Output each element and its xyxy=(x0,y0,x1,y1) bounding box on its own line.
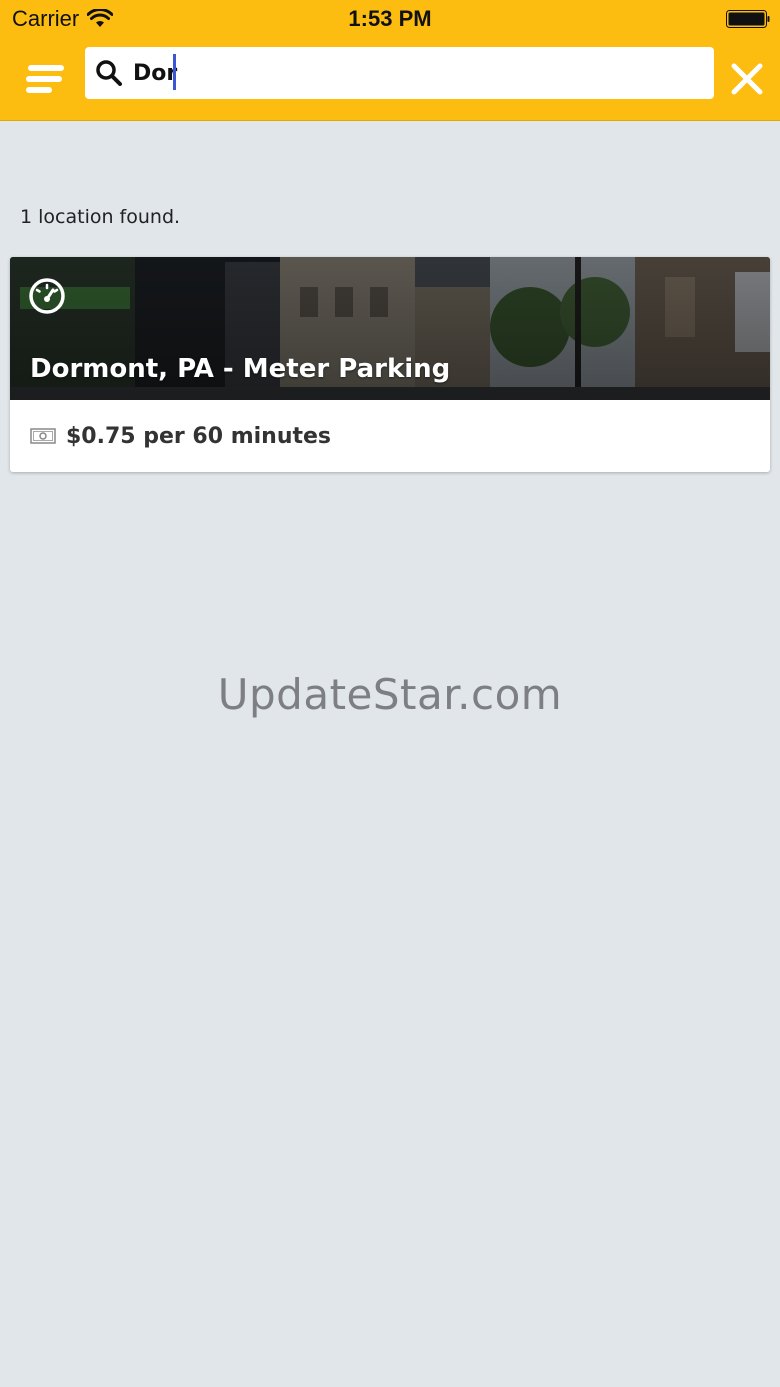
status-bar: Carrier 1:53 PM xyxy=(0,0,780,40)
close-icon[interactable] xyxy=(728,60,766,98)
price-label: $0.75 per 60 minutes xyxy=(66,423,332,449)
location-title: Dormont, PA - Meter Parking xyxy=(30,354,451,384)
location-card[interactable]: Dormont, PA - Meter Parking $0.75 per 60… xyxy=(10,257,770,472)
results-count: 1 location found. xyxy=(20,206,181,228)
search-box[interactable] xyxy=(85,47,714,99)
parking-meter-icon xyxy=(29,278,65,314)
app-header: Carrier 1:53 PM xyxy=(0,0,780,121)
hamburger-menu-icon[interactable] xyxy=(24,62,66,98)
battery-icon xyxy=(726,10,770,28)
search-input[interactable] xyxy=(133,60,693,86)
search-icon xyxy=(96,60,122,86)
text-cursor xyxy=(173,54,176,90)
watermark: UpdateStar.com xyxy=(217,670,563,719)
location-info: $0.75 per 60 minutes xyxy=(10,400,770,472)
status-time: 1:53 PM xyxy=(348,6,432,31)
money-icon xyxy=(30,428,56,444)
